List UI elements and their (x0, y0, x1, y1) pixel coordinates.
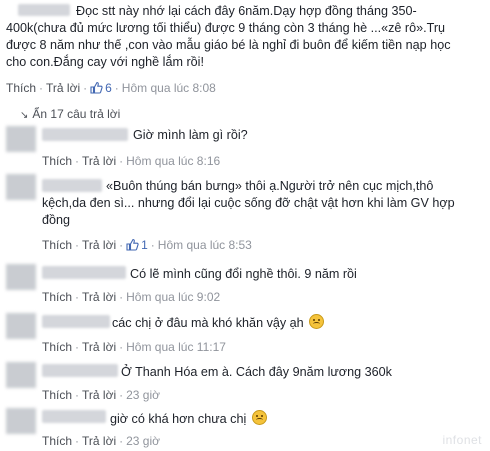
reply-text-content: giờ có khá hơn chưa chị (110, 412, 247, 426)
frowning-face-icon (251, 410, 267, 425)
reply-text: Giờ mình làm gì rồi? (133, 128, 248, 142)
reply-like-link[interactable]: Thích (42, 238, 72, 252)
reply-actions: Thích · Trả lời · 23 giờ (42, 434, 160, 448)
reply-reply-link[interactable]: Trả lời (82, 434, 116, 448)
reply-text: Ở Thanh Hóa em à. Cách đây 9năm lương 36… (121, 365, 392, 379)
avatar[interactable] (6, 174, 36, 200)
reply-reply-link[interactable]: Trả lời (82, 388, 116, 402)
post-like-link[interactable]: Thích (6, 81, 36, 95)
avatar[interactable] (6, 313, 36, 339)
avatar[interactable] (6, 362, 36, 388)
reply-like-count: 1 (141, 238, 148, 252)
reply-reply-link[interactable]: Trả lời (82, 340, 116, 354)
avatar[interactable] (6, 126, 36, 152)
reply-timestamp[interactable]: 23 giờ (126, 434, 160, 448)
reply-reply-link[interactable]: Trả lời (82, 154, 116, 168)
thumbs-up-icon[interactable] (90, 81, 103, 94)
reply-reply-link[interactable]: Trả lời (82, 290, 116, 304)
reply-actions: Thích · Trả lời · 23 giờ (42, 388, 160, 402)
reply-text: «Buôn thúng bán bưng» thôi ạ.Người trở n… (42, 179, 455, 227)
reply-like-link[interactable]: Thích (42, 434, 72, 448)
post-timestamp[interactable]: Hôm qua lúc 8:08 (122, 81, 216, 95)
hide-replies-link[interactable]: ↘ Ẩn 17 câu trả lời (20, 107, 120, 121)
post-actions: Thích · Trả lời · 6 · Hôm qua lúc 8:08 (6, 81, 216, 95)
commenter-name-blurred (42, 266, 126, 279)
post-reply-link[interactable]: Trả lời (46, 81, 80, 95)
reply-reply-link[interactable]: Trả lời (82, 238, 116, 252)
reply-actions: Thích · Trả lời · Hôm qua lúc 11:17 (42, 340, 226, 354)
reply-like-link[interactable]: Thích (42, 340, 72, 354)
reply-like-link[interactable]: Thích (42, 388, 72, 402)
thumbs-up-icon[interactable] (126, 238, 139, 251)
post-text: Đọc stt này nhớ lại cách đây 6năm.Dạy hợ… (6, 4, 451, 69)
commenter-name-blurred (42, 128, 128, 141)
commenter-name-blurred (42, 315, 110, 328)
commenter-name-blurred (42, 364, 118, 377)
reply-actions: Thích · Trả lời · Hôm qua lúc 9:02 (42, 290, 221, 304)
reply-like-link[interactable]: Thích (42, 154, 72, 168)
reply-actions: Thích · Trả lời · 1 · Hôm qua lúc 8:53 (42, 238, 252, 252)
reply-like-link[interactable]: Thích (42, 290, 72, 304)
collapse-arrow-icon: ↘ (20, 110, 29, 121)
frowning-face-icon (309, 314, 325, 329)
reply-actions: Thích · Trả lời · Hôm qua lúc 8:16 (42, 154, 221, 168)
reply-timestamp[interactable]: Hôm qua lúc 8:16 (126, 154, 220, 168)
reply-text: các chị ở đâu mà khó khăn vậy ạh (112, 314, 472, 332)
reply-text-content: các chị ở đâu mà khó khăn vậy ạh (112, 316, 304, 330)
watermark-logo: infonet (442, 433, 482, 447)
avatar[interactable] (6, 264, 36, 290)
commenter-name-blurred (42, 410, 106, 423)
reply-text: giờ có khá hơn chưa chị (110, 410, 470, 428)
reply-timestamp[interactable]: Hôm qua lúc 11:17 (126, 340, 226, 354)
reply-timestamp[interactable]: Hôm qua lúc 8:53 (158, 238, 252, 252)
reply-timestamp[interactable]: 23 giờ (126, 388, 160, 402)
post-like-count: 6 (105, 81, 112, 95)
avatar[interactable] (6, 408, 36, 434)
reply-timestamp[interactable]: Hôm qua lúc 9:02 (126, 290, 220, 304)
reply-text: Có lẽ mình cũng đổi nghề thôi. 9 năm rồi (130, 267, 357, 281)
